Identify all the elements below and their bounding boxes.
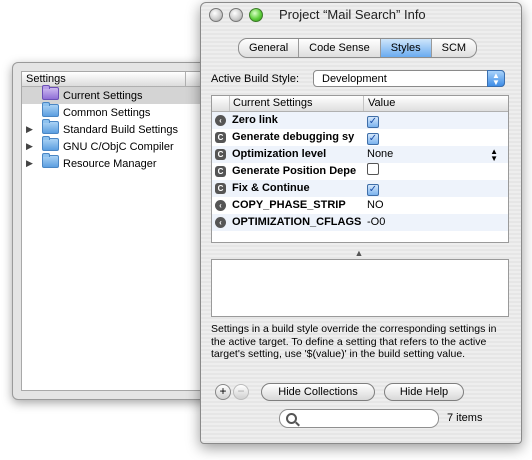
settings-header-label: Settings bbox=[26, 73, 66, 85]
title-bar[interactable]: Project “Mail Search” Info bbox=[201, 3, 521, 25]
table-row[interactable]: C Fix & Continue ✓ bbox=[212, 180, 508, 197]
add-button[interactable]: + bbox=[215, 384, 231, 400]
debug-symbols-checkbox[interactable]: ✓ bbox=[367, 133, 379, 145]
zoom-button[interactable] bbox=[249, 8, 263, 22]
table-header: Current Settings Value bbox=[212, 96, 508, 112]
remove-button[interactable]: − bbox=[233, 384, 249, 400]
column-header-current-settings[interactable]: Current Settings bbox=[233, 96, 312, 111]
setting-type-icon: C bbox=[215, 183, 226, 194]
optimization-level-popup[interactable]: None bbox=[367, 146, 393, 163]
position-dependent-checkbox[interactable] bbox=[367, 163, 379, 175]
table-row[interactable]: C Generate debugging sy ✓ bbox=[212, 129, 508, 146]
tab-scm[interactable]: SCM bbox=[432, 39, 476, 57]
folder-icon bbox=[42, 153, 59, 168]
tree-item-current-settings[interactable]: Current Settings bbox=[22, 85, 212, 104]
table-row[interactable]: ‹ Zero link ✓ bbox=[212, 112, 508, 129]
tab-bar: General Code Sense Styles SCM bbox=[238, 38, 478, 58]
setting-name: Generate Position Depe bbox=[232, 165, 357, 177]
fix-continue-checkbox[interactable]: ✓ bbox=[367, 184, 379, 196]
setting-type-icon: ‹ bbox=[215, 217, 226, 228]
minimize-button[interactable] bbox=[229, 8, 243, 22]
disclosure-triangle-icon[interactable]: ▶ bbox=[26, 155, 33, 172]
setting-name: Optimization level bbox=[232, 148, 327, 160]
setting-value[interactable]: NO bbox=[367, 197, 384, 214]
tree-item-resource-manager[interactable]: ▶ Resource Manager bbox=[22, 153, 212, 172]
info-window: Project “Mail Search” Info General Code … bbox=[200, 2, 522, 444]
tree-item-label: Current Settings bbox=[63, 90, 143, 102]
tree-item-label: Standard Build Settings bbox=[63, 124, 178, 136]
search-icon bbox=[286, 413, 297, 424]
help-text: Settings in a build style override the c… bbox=[211, 323, 497, 360]
tree-item-standard-build-settings[interactable]: ▶ Standard Build Settings bbox=[22, 119, 212, 138]
table-row[interactable]: C Optimization level None ▲ ▼ bbox=[212, 146, 508, 163]
tab-general[interactable]: General bbox=[239, 39, 300, 57]
setting-name: Zero link bbox=[232, 114, 278, 126]
setting-type-icon: ‹ bbox=[215, 115, 226, 126]
hide-help-button[interactable]: Hide Help bbox=[384, 383, 464, 401]
hide-collections-button[interactable]: Hide Collections bbox=[261, 383, 375, 401]
tab-styles[interactable]: Styles bbox=[380, 39, 432, 57]
settings-panel: Settings Current Settings Common Setting… bbox=[12, 62, 214, 400]
popup-arrows-icon: ▲ ▼ bbox=[487, 70, 505, 87]
setting-name: OPTIMIZATION_CFLAGS bbox=[232, 216, 362, 228]
tab-code-sense[interactable]: Code Sense bbox=[299, 39, 381, 57]
item-count: 7 items bbox=[447, 412, 483, 424]
setting-type-icon: C bbox=[215, 166, 226, 177]
build-style-label: Active Build Style: bbox=[211, 73, 300, 85]
table-row[interactable]: ‹ OPTIMIZATION_CFLAGS -O0 bbox=[212, 214, 508, 231]
setting-name: COPY_PHASE_STRIP bbox=[232, 199, 346, 211]
tree-item-label: Resource Manager bbox=[63, 158, 157, 170]
setting-name: Fix & Continue bbox=[232, 182, 310, 194]
disclosure-triangle-icon[interactable]: ▶ bbox=[26, 121, 33, 138]
setting-value[interactable]: -O0 bbox=[367, 214, 385, 231]
setting-description-box bbox=[211, 259, 509, 317]
tree-item-label: GNU C/ObjC Compiler bbox=[63, 141, 174, 153]
disclosure-triangle-icon[interactable]: ▶ bbox=[26, 138, 33, 155]
settings-header: Settings bbox=[22, 72, 212, 87]
setting-type-icon: C bbox=[215, 132, 226, 143]
folder-icon bbox=[42, 119, 59, 134]
settings-table: Current Settings Value ‹ Zero link ✓ C G… bbox=[211, 95, 509, 243]
tree-item-label: Common Settings bbox=[63, 107, 151, 119]
popup-arrows-icon: ▲ ▼ bbox=[490, 147, 498, 163]
table-row[interactable]: ‹ COPY_PHASE_STRIP NO bbox=[212, 197, 508, 214]
setting-name: Generate debugging sy bbox=[232, 131, 355, 143]
close-button[interactable] bbox=[209, 8, 223, 22]
zero-link-checkbox[interactable]: ✓ bbox=[367, 116, 379, 128]
setting-type-icon: C bbox=[215, 149, 226, 160]
folder-icon bbox=[42, 136, 59, 151]
search-field[interactable] bbox=[279, 409, 439, 428]
setting-type-icon: ‹ bbox=[215, 200, 226, 211]
build-style-value: Development bbox=[322, 73, 387, 85]
tree-item-common-settings[interactable]: Common Settings bbox=[22, 102, 212, 121]
table-row[interactable]: C Generate Position Depe bbox=[212, 163, 508, 180]
tree-item-gnu-compiler[interactable]: ▶ GNU C/ObjC Compiler bbox=[22, 136, 212, 155]
column-header-value[interactable]: Value bbox=[368, 96, 395, 111]
splitter-handle[interactable]: ▲ bbox=[211, 248, 507, 258]
build-style-popup[interactable]: Development ▲ ▼ bbox=[313, 70, 505, 87]
folder-icon bbox=[42, 102, 59, 117]
settings-tree: Settings Current Settings Common Setting… bbox=[21, 71, 213, 391]
smart-folder-icon bbox=[42, 85, 59, 100]
window-title: Project “Mail Search” Info bbox=[279, 7, 426, 22]
